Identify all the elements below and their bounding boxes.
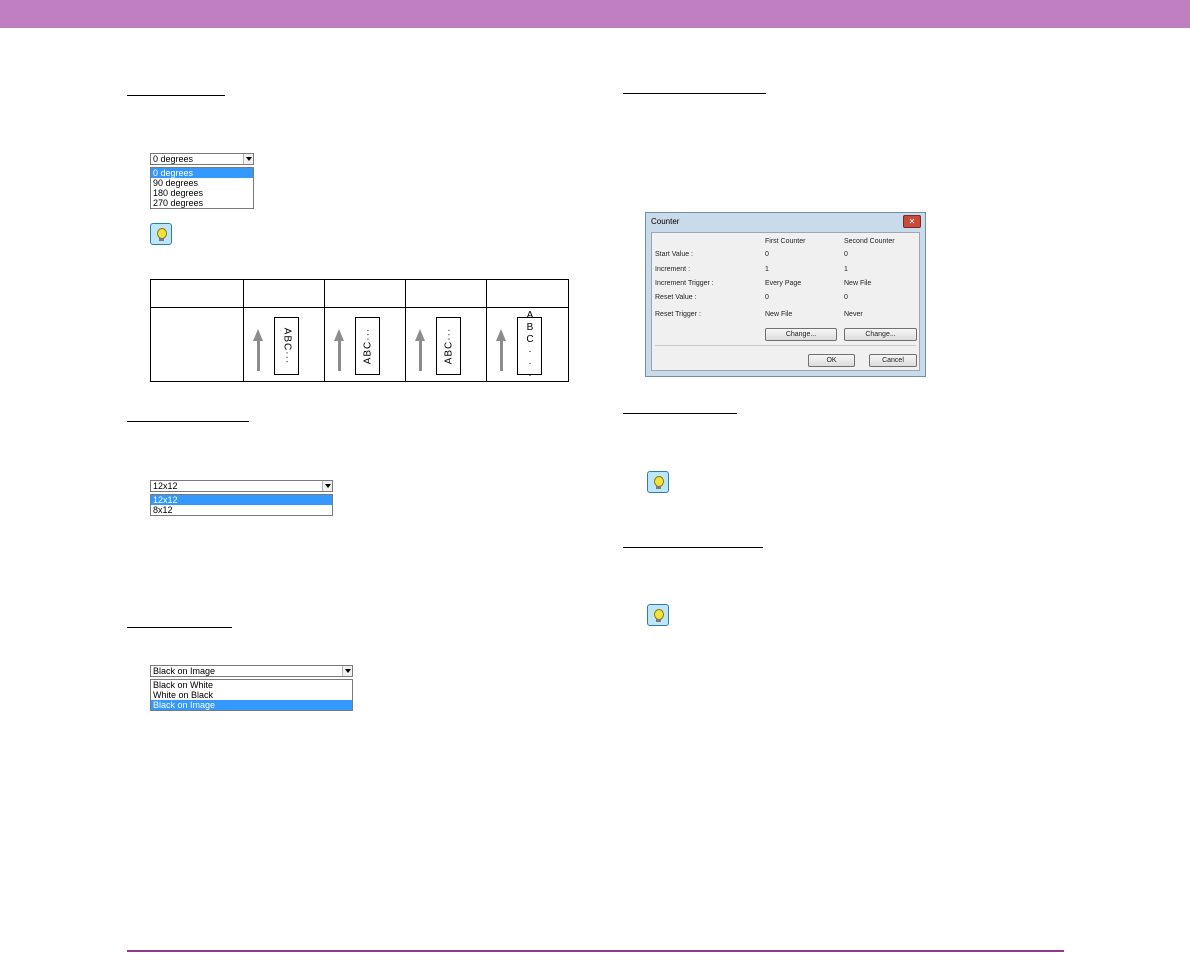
- heading-underline-4: [623, 93, 766, 94]
- table-cell: ABC···: [405, 307, 487, 382]
- size-dropdown-field[interactable]: 12x12: [150, 480, 333, 492]
- table-cell: [150, 307, 244, 382]
- table-cell: [243, 279, 325, 308]
- dropdown-arrow-icon[interactable]: [322, 481, 332, 491]
- page-sample-0: ABC···: [517, 310, 542, 382]
- row-first-value: Every Page: [765, 280, 802, 287]
- row-second-value: New File: [844, 280, 872, 287]
- page-footer-line: [127, 950, 1064, 952]
- page-sample-270: ABC···: [355, 317, 380, 375]
- size-option[interactable]: 12x12: [151, 495, 332, 505]
- counter-dialog: Counter ✕ First Counter Second Counter S…: [645, 212, 926, 377]
- col-first-header: First Counter: [765, 238, 806, 245]
- color-dropdown-field[interactable]: Black on Image: [150, 665, 353, 677]
- row-second-value: 0: [844, 294, 848, 301]
- rotation-option[interactable]: 0 degrees: [151, 168, 253, 178]
- size-option[interactable]: 8x12: [151, 505, 332, 515]
- row-first-value: New File: [765, 311, 793, 318]
- ok-button[interactable]: OK: [808, 354, 855, 367]
- color-dropdown[interactable]: Black on Image Black on White White on B…: [150, 665, 353, 711]
- up-arrow-shaft: [500, 340, 503, 371]
- heading-underline-1: [127, 95, 225, 96]
- rotation-options-list[interactable]: 0 degrees 90 degrees 180 degrees 270 deg…: [150, 167, 254, 209]
- color-option[interactable]: Black on Image: [151, 700, 352, 710]
- lightbulb-hint-icon: [647, 471, 669, 493]
- page-sample-text: ABC···: [524, 310, 536, 382]
- dialog-title: Counter: [651, 217, 680, 226]
- table-cell: [324, 279, 406, 308]
- col-second-header: Second Counter: [844, 238, 895, 245]
- dialog-body: First Counter Second Counter Start Value…: [651, 232, 920, 371]
- dropdown-arrow-icon[interactable]: [342, 666, 352, 676]
- row-second-value: 0: [844, 251, 848, 258]
- table-header-row: [150, 279, 569, 308]
- close-icon[interactable]: ✕: [903, 215, 921, 228]
- rotation-option[interactable]: 270 degrees: [151, 198, 253, 208]
- page-header-bar: [0, 0, 1190, 28]
- cancel-button[interactable]: Cancel: [869, 354, 917, 367]
- row-first-value: 0: [765, 294, 769, 301]
- table-row: ABC··· ABC··· ABC··· ABC···: [150, 307, 569, 382]
- size-options-list[interactable]: 12x12 8x12: [150, 494, 333, 516]
- table-cell: ABC···: [243, 307, 325, 382]
- change-first-button[interactable]: Change...: [765, 328, 837, 341]
- row-label: Reset Value :: [655, 294, 697, 301]
- row-second-value: 1: [844, 266, 848, 273]
- rotation-option[interactable]: 90 degrees: [151, 178, 253, 188]
- rotation-option[interactable]: 180 degrees: [151, 188, 253, 198]
- up-arrow-shaft: [257, 340, 260, 371]
- color-selected-value: Black on Image: [153, 666, 216, 676]
- page-sample-text: ABC···: [362, 327, 373, 365]
- rotation-dropdown-field[interactable]: 0 degrees: [150, 153, 254, 165]
- row-first-value: 0: [765, 251, 769, 258]
- table-cell: [150, 279, 244, 308]
- row-label: Reset Trigger :: [655, 311, 701, 318]
- row-label: Increment Trigger :: [655, 280, 714, 287]
- rotation-dropdown[interactable]: 0 degrees 0 degrees 90 degrees 180 degre…: [150, 153, 254, 209]
- table-cell: ABC···: [486, 307, 569, 382]
- heading-underline-6: [623, 547, 763, 548]
- dropdown-arrow-icon[interactable]: [243, 154, 253, 164]
- dialog-separator: [655, 345, 916, 346]
- table-cell: ABC···: [324, 307, 406, 382]
- page-sample-text: ABC···: [281, 327, 292, 365]
- orientation-table: ABC··· ABC··· ABC··· ABC···: [150, 279, 569, 382]
- page-sample-text: ABC···: [443, 327, 454, 365]
- row-second-value: Never: [844, 311, 863, 318]
- lightbulb-hint-icon: [647, 604, 669, 626]
- color-option[interactable]: Black on White: [151, 680, 352, 690]
- table-cell: [405, 279, 487, 308]
- page-sample-90: ABC···: [274, 317, 299, 375]
- change-second-button[interactable]: Change...: [844, 328, 917, 341]
- color-options-list[interactable]: Black on White White on Black Black on I…: [150, 679, 353, 711]
- page-sample-270b: ABC···: [436, 317, 461, 375]
- rotation-selected-value: 0 degrees: [153, 154, 194, 164]
- lightbulb-hint-icon: [150, 223, 172, 245]
- up-arrow-shaft: [419, 340, 422, 371]
- heading-underline-3: [127, 627, 232, 628]
- table-cell: [486, 279, 569, 308]
- up-arrow-shaft: [338, 340, 341, 371]
- heading-underline-2: [127, 421, 249, 422]
- row-first-value: 1: [765, 266, 769, 273]
- color-option[interactable]: White on Black: [151, 690, 352, 700]
- row-label: Increment :: [655, 266, 691, 273]
- size-dropdown[interactable]: 12x12 12x12 8x12: [150, 480, 333, 516]
- size-selected-value: 12x12: [153, 481, 178, 491]
- row-label: Start Value :: [655, 251, 694, 258]
- heading-underline-5: [623, 413, 737, 414]
- dialog-titlebar: Counter ✕: [646, 213, 925, 232]
